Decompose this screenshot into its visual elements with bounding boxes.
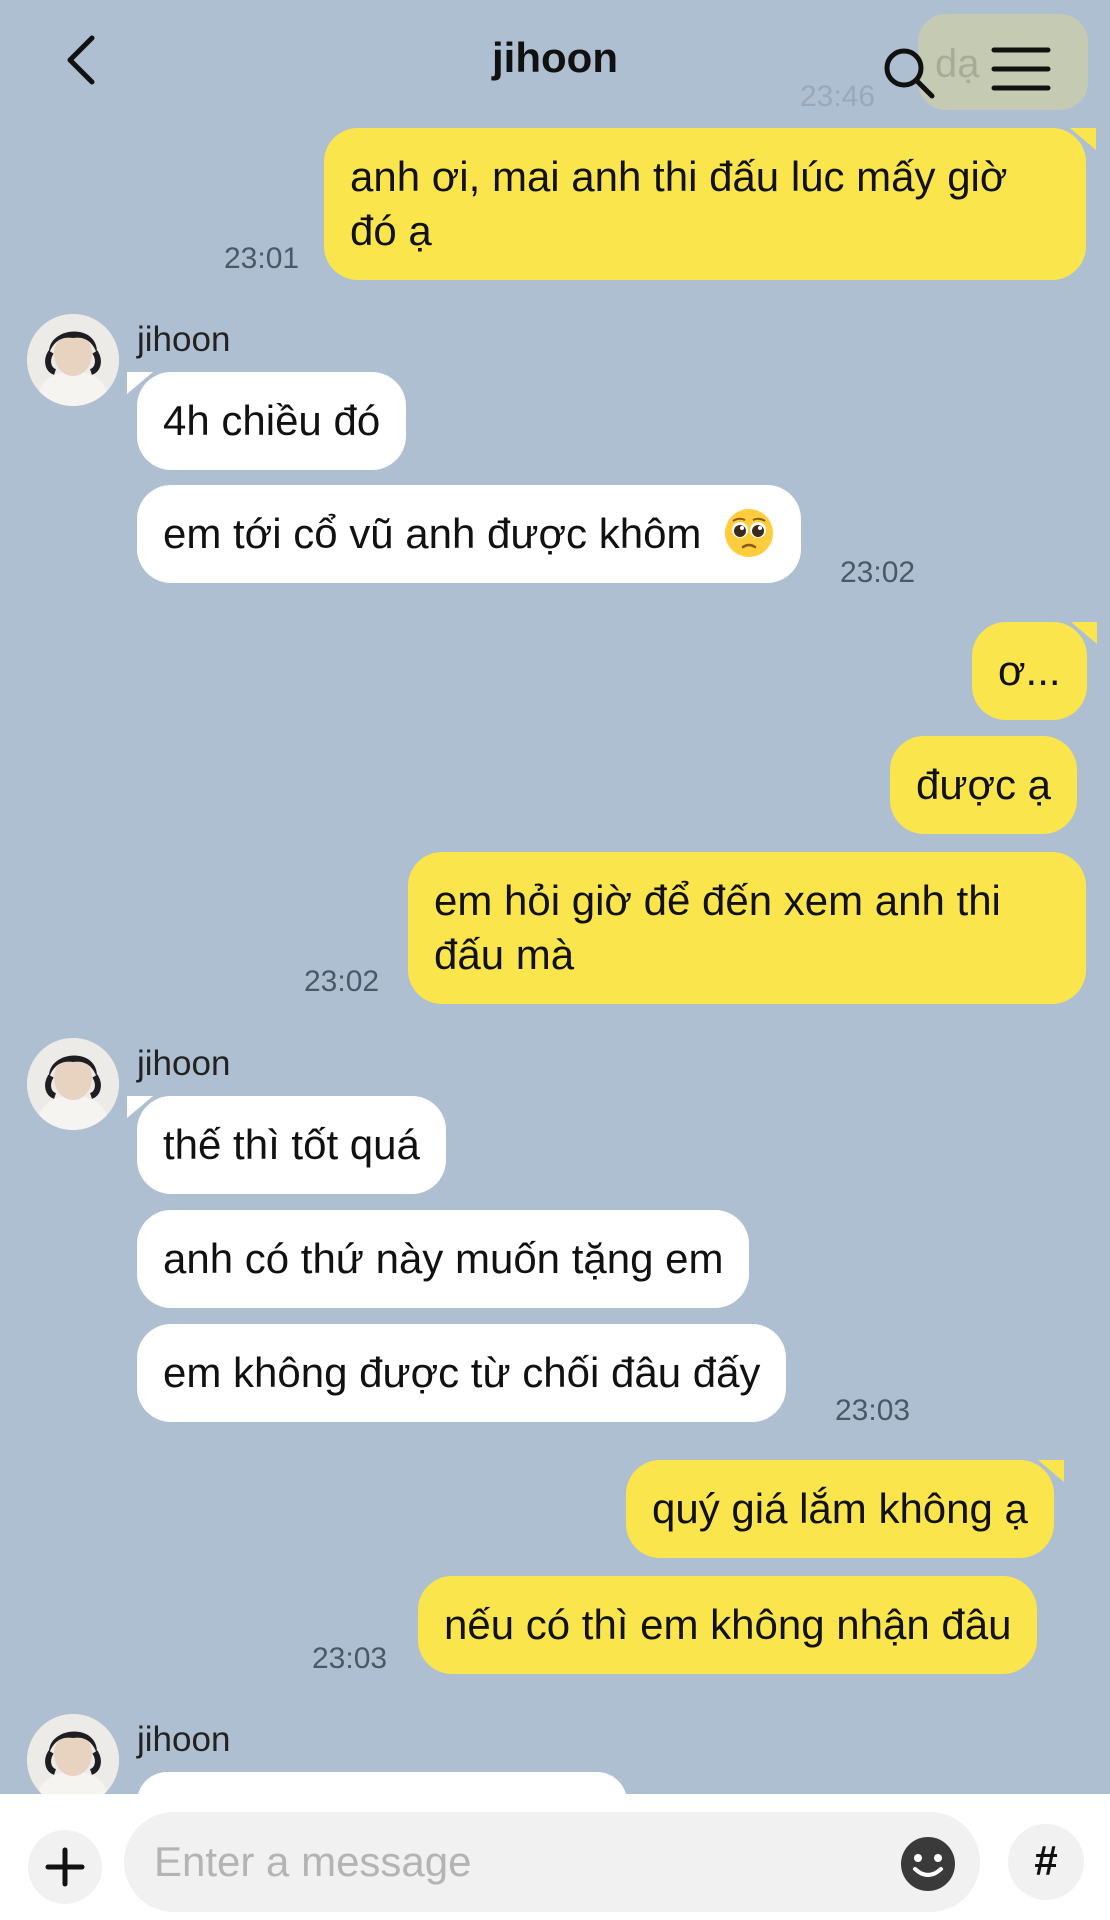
message-time: 23:02	[304, 965, 380, 998]
incoming-message[interactable]: thế thì tốt quá	[127, 1096, 446, 1194]
message-text: 4h chiều đó	[163, 397, 381, 444]
pleading-face-emoji	[725, 508, 774, 557]
outgoing-message[interactable]: anh ơi, mai anh thi đấu lúc mấy giờ đó ạ	[324, 128, 1096, 280]
message-line: anh ơi, mai anh thi đấu lúc mấy giờ	[350, 153, 1008, 200]
outgoing-message[interactable]: em hỏi giờ để đến xem anh thi đấu mà	[408, 852, 1086, 1004]
outgoing-message[interactable]: quý giá lắm không ạ	[626, 1460, 1064, 1558]
sender-name: jihoon	[137, 320, 231, 359]
message-line: đó ạ	[350, 207, 432, 254]
chat-title: jihoon	[492, 34, 618, 81]
sender-name: jihoon	[137, 1720, 231, 1759]
message-input[interactable]	[124, 1812, 980, 1912]
avatar[interactable]	[27, 1714, 119, 1806]
message-line: đấu mà	[434, 931, 575, 978]
plus-icon	[45, 1847, 85, 1887]
incoming-message[interactable]: em tới cổ vũ anh được khôm	[137, 485, 802, 583]
message-line: em hỏi giờ để đến xem anh thi	[434, 877, 1001, 924]
message-text: quý giá lắm không ạ	[652, 1485, 1028, 1532]
outgoing-message[interactable]: được ạ	[890, 736, 1078, 834]
message-text: ơ...	[998, 647, 1061, 694]
plus-button[interactable]	[28, 1830, 102, 1904]
smile-icon[interactable]	[898, 1834, 958, 1894]
outgoing-message[interactable]: nếu có thì em không nhận đâu	[418, 1576, 1038, 1674]
svg-text:#: #	[1034, 1837, 1057, 1884]
message-text: thế thì tốt quá	[163, 1121, 420, 1168]
hash-button[interactable]: #	[1008, 1824, 1084, 1900]
search-icon[interactable]	[880, 44, 940, 104]
message-composer: #	[0, 1794, 1110, 1920]
menu-icon[interactable]	[990, 42, 1052, 98]
sender-name: jihoon	[137, 1044, 231, 1083]
message-text: được ạ	[916, 761, 1052, 808]
message-text: anh có thứ này muốn tặng em	[163, 1235, 724, 1282]
message-time: 23:02	[840, 556, 916, 589]
avatar[interactable]	[27, 1038, 119, 1130]
message-text: nếu có thì em không nhận đâu	[444, 1601, 1012, 1648]
outgoing-message[interactable]: ơ...	[972, 622, 1097, 720]
message-text: em tới cổ vũ anh được khôm	[163, 510, 702, 557]
incoming-message[interactable]: em không được từ chối đâu đấy	[137, 1324, 787, 1422]
chat-header: dạ 23:46 jihoon	[0, 0, 1110, 122]
avatar[interactable]	[27, 314, 119, 406]
message-time: 23:03	[312, 1642, 388, 1675]
hash-icon: #	[1034, 1837, 1057, 1884]
message-text: em không được từ chối đâu đấy	[163, 1349, 761, 1396]
incoming-message[interactable]: anh có thứ này muốn tặng em	[137, 1210, 750, 1308]
ghost-message-time: 23:46	[800, 80, 876, 113]
message-time: 23:03	[835, 1394, 911, 1427]
message-time: 23:01	[224, 242, 300, 275]
incoming-message[interactable]: 4h chiều đó	[126, 372, 407, 470]
